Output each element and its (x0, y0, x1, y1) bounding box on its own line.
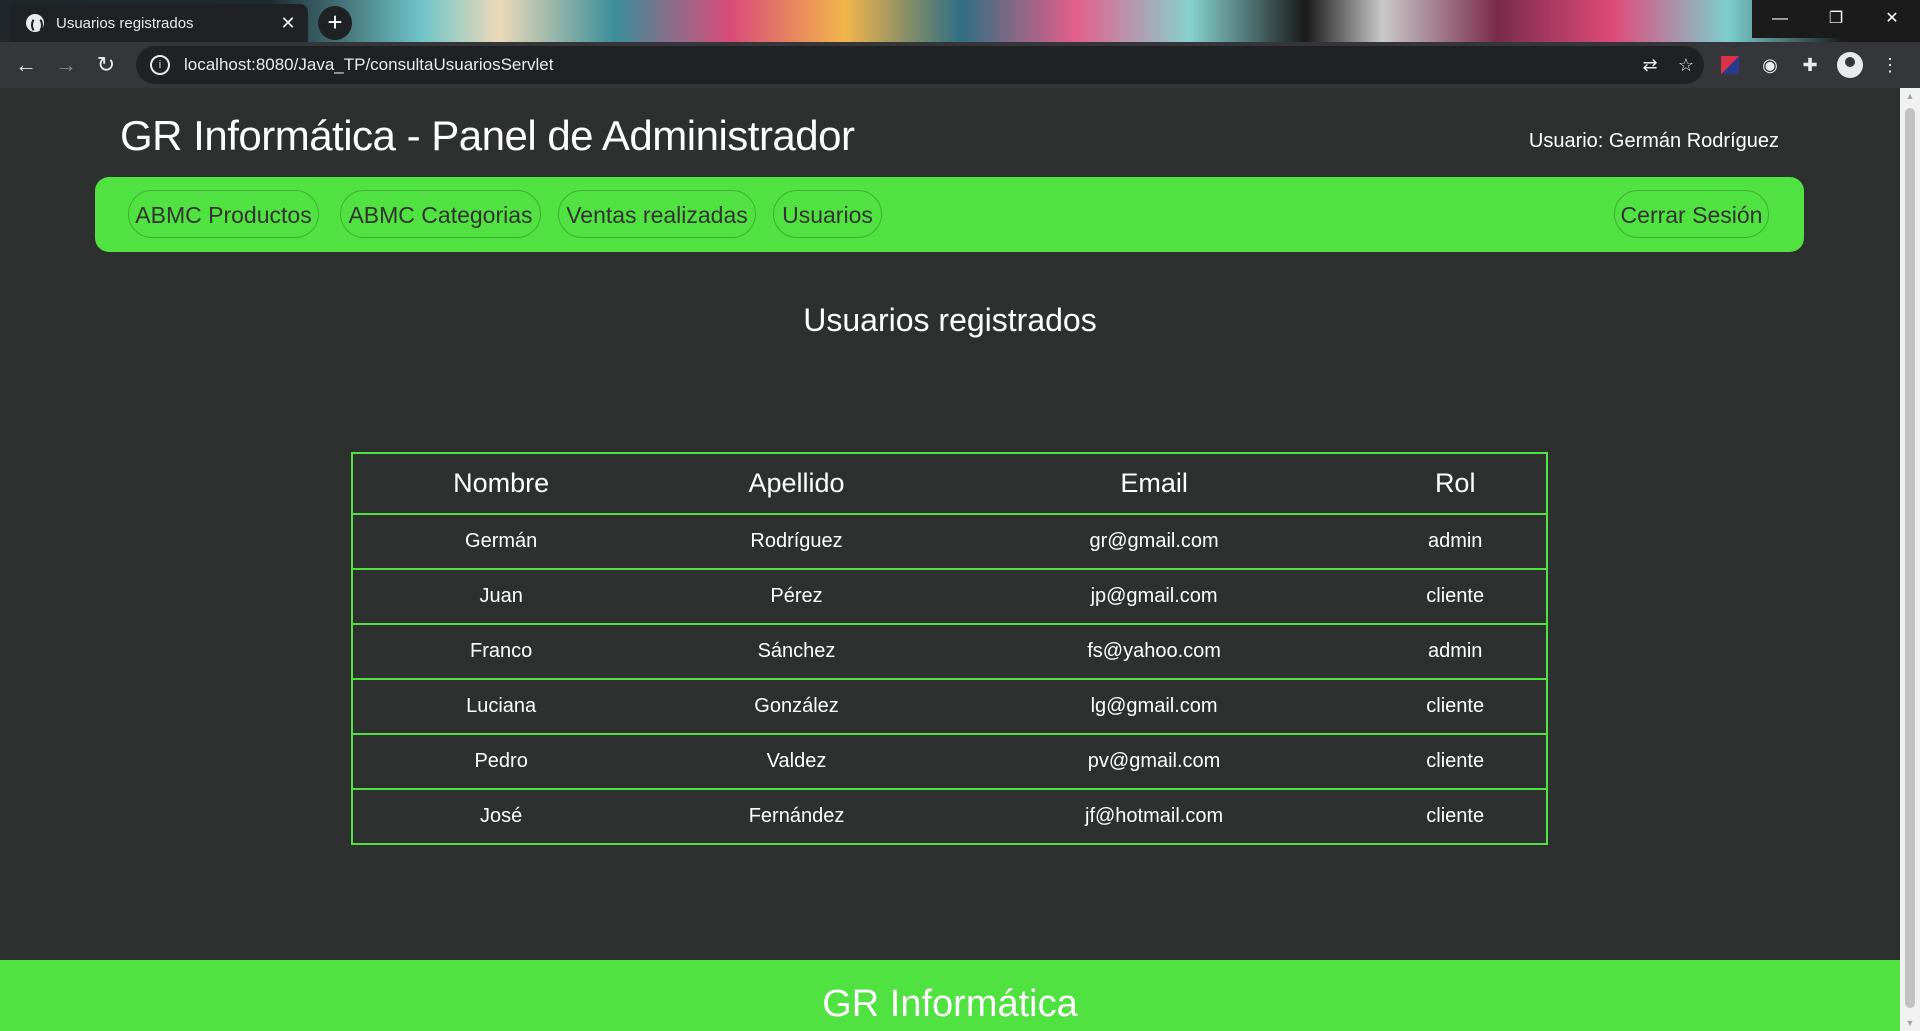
table-cell: Rodríguez (750, 530, 843, 552)
scrollbar-thumb[interactable] (1905, 108, 1915, 1008)
table-cell: cliente (1426, 695, 1485, 717)
admin-navbar: ABMC Productos ABMC Categorias Ventas re… (95, 177, 1804, 252)
profile-icon[interactable] (1837, 52, 1863, 78)
footer-title: GR Informática (822, 983, 1078, 1025)
column-header: Rol (1364, 453, 1547, 515)
new-tab-button[interactable]: + (318, 6, 352, 40)
translate-icon[interactable]: ⇄ (1632, 55, 1668, 76)
star-icon[interactable]: ☆ (1668, 55, 1704, 76)
table-cell: pv@gmail.com (1087, 750, 1221, 772)
menu-icon[interactable]: ⋮ (1870, 48, 1910, 82)
table-cell: González (754, 695, 839, 717)
footer: GR Informática (0, 960, 1900, 1031)
table-cell: Pedro (474, 750, 528, 772)
table-cell: Pérez (770, 585, 823, 607)
table-row: Luciana González lg@gmail.com cliente (352, 679, 1547, 734)
globe-icon (26, 14, 44, 33)
scroll-up-icon[interactable]: ▲ (1900, 88, 1920, 104)
extension-icons: ◉ ✚ ⋮ (1710, 48, 1910, 82)
record-icon[interactable]: ◉ (1750, 48, 1790, 82)
nav-abmc-productos[interactable]: ABMC Productos (128, 190, 319, 238)
scrollbar[interactable]: ▲ ▼ (1900, 88, 1920, 1031)
user-label: Usuario: Germán Rodríguez (1528, 130, 1779, 152)
table-cell: cliente (1426, 750, 1485, 772)
reload-icon[interactable]: ↻ (86, 45, 126, 85)
nav-ventas-realizadas[interactable]: Ventas realizadas (558, 190, 756, 238)
table-cell: cliente (1426, 585, 1485, 607)
table-cell: cliente (1426, 805, 1485, 827)
table-cell: admin (1427, 530, 1483, 552)
column-header: Email (943, 453, 1365, 515)
table-header-row: Nombre Apellido Email Rol (352, 453, 1547, 515)
window-close-button[interactable]: ✕ (1864, 0, 1920, 38)
forward-icon[interactable]: → (46, 45, 86, 85)
table-cell: José (480, 805, 523, 827)
table-cell: Juan (479, 585, 523, 607)
column-header: Apellido (649, 453, 944, 515)
table-row: Pedro Valdez pv@gmail.com cliente (352, 734, 1547, 789)
window-controls: — ❐ ✕ (1752, 0, 1920, 38)
users-table: Nombre Apellido Email Rol Germán Rodrígu… (351, 452, 1548, 845)
table-cell: Fernández (748, 805, 845, 827)
table-cell: jp@gmail.com (1090, 585, 1218, 607)
puzzle-icon[interactable]: ✚ (1790, 48, 1830, 82)
table-cell: fs@yahoo.com (1087, 640, 1221, 662)
scroll-down-icon[interactable]: ▼ (1900, 1015, 1920, 1031)
table-cell: Franco (470, 640, 533, 662)
nav-usuarios[interactable]: Usuarios (773, 190, 882, 238)
table-cell: jf@hotmail.com (1085, 805, 1224, 827)
table-cell: Luciana (466, 695, 537, 717)
table-cell: gr@gmail.com (1089, 530, 1219, 552)
browser-toolbar: ← → ↻ i localhost:8080/Java_TP/consultaU… (0, 42, 1920, 88)
table-row: Juan Pérez jp@gmail.com cliente (352, 569, 1547, 624)
close-tab-icon[interactable]: ✕ (276, 11, 300, 35)
table-row: José Fernández jf@hotmail.com cliente (352, 789, 1547, 844)
info-icon[interactable]: i (150, 55, 170, 75)
tab-title: Usuarios registrados (56, 14, 194, 32)
page-title: GR Informática - Panel de Administrador (120, 112, 855, 159)
table-cell: Sánchez (757, 640, 836, 662)
logout-button[interactable]: Cerrar Sesión (1614, 190, 1769, 238)
table-cell: Germán (465, 530, 538, 552)
restore-button[interactable]: ❐ (1808, 0, 1864, 38)
column-header: Nombre (352, 453, 650, 515)
table-row: Germán Rodríguez gr@gmail.com admin (352, 514, 1547, 569)
extension-icon[interactable] (1721, 56, 1739, 74)
minimize-button[interactable]: — (1752, 0, 1808, 38)
nav-abmc-categorias[interactable]: ABMC Categorias (340, 190, 541, 238)
section-title: Usuarios registrados (803, 302, 1097, 338)
table-cell: lg@gmail.com (1090, 695, 1218, 717)
page-content: GR Informática - Panel de Administrador … (0, 88, 1900, 1031)
table-row: Franco Sánchez fs@yahoo.com admin (352, 624, 1547, 679)
back-icon[interactable]: ← (6, 45, 46, 85)
address-bar[interactable]: i localhost:8080/Java_TP/consultaUsuario… (136, 46, 1704, 84)
url-text[interactable]: localhost:8080/Java_TP/consultaUsuariosS… (184, 55, 1632, 75)
table-cell: Valdez (766, 750, 827, 772)
browser-tab[interactable]: Usuarios registrados ✕ (10, 4, 308, 42)
table-cell: admin (1427, 640, 1483, 662)
